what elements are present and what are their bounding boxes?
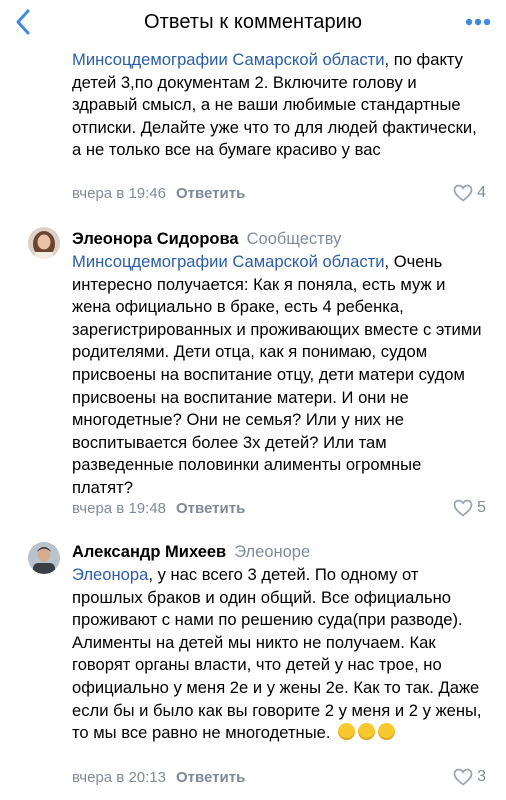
like-button[interactable]: 4 bbox=[453, 182, 486, 204]
avatar[interactable] bbox=[28, 542, 60, 574]
author-name[interactable]: Элеонора Сидорова bbox=[72, 230, 239, 249]
comment: Александр Михеев Элеоноре Элеонора, у на… bbox=[72, 543, 486, 745]
comment-text: Элеонора, у нас всего 3 детей. По одному… bbox=[72, 565, 482, 743]
heart-icon bbox=[453, 184, 473, 202]
like-count: 4 bbox=[477, 184, 486, 201]
comment-meta: вчера в 19:46 Ответить 4 bbox=[72, 182, 486, 204]
heart-icon bbox=[453, 768, 473, 786]
reply-button[interactable]: Ответить bbox=[176, 500, 245, 517]
comment-timestamp: вчера в 19:46 bbox=[72, 184, 166, 202]
more-button[interactable] bbox=[462, 10, 494, 34]
comment-header: Александр Михеев Элеоноре bbox=[72, 543, 486, 562]
rofl-emoji bbox=[335, 723, 396, 742]
comment: Элеонора Сидорова Сообществу Минсоцдемог… bbox=[72, 230, 486, 500]
like-count: 3 bbox=[477, 768, 486, 785]
comment-meta: вчера в 20:13 Ответить 3 bbox=[72, 766, 486, 788]
page-title: Ответы к комментарию bbox=[143, 10, 363, 33]
comment-timestamp: вчера в 19:48 bbox=[72, 499, 166, 517]
more-dots-icon bbox=[465, 18, 491, 26]
top-bar: Ответы к комментарию bbox=[0, 0, 506, 44]
heart-icon bbox=[453, 499, 473, 517]
comment-text: Минсоцдемографии Самарской области, Очен… bbox=[72, 252, 482, 497]
comment: Минсоцдемографии Самарской области, по ф… bbox=[72, 49, 482, 162]
avatar[interactable] bbox=[28, 227, 60, 259]
reply-target[interactable]: Элеоноре bbox=[234, 543, 310, 562]
mention-link[interactable]: Минсоцдемографии Самарской области bbox=[72, 252, 385, 271]
author-name[interactable]: Александр Михеев bbox=[72, 543, 226, 562]
mention-link[interactable]: Минсоцдемографии Самарской области bbox=[72, 50, 385, 69]
reply-button[interactable]: Ответить bbox=[176, 185, 245, 202]
comment-meta: вчера в 19:48 Ответить 5 bbox=[72, 497, 486, 519]
mention-link[interactable]: Элеонора bbox=[72, 565, 148, 584]
chevron-left-icon bbox=[16, 9, 30, 35]
like-button[interactable]: 5 bbox=[453, 497, 486, 519]
like-count: 5 bbox=[477, 499, 486, 516]
comment-timestamp: вчера в 20:13 bbox=[72, 768, 166, 786]
like-button[interactable]: 3 bbox=[453, 766, 486, 788]
reply-button[interactable]: Ответить bbox=[176, 769, 245, 786]
comment-text: Минсоцдемографии Самарской области, по ф… bbox=[72, 50, 477, 160]
reply-target[interactable]: Сообществу bbox=[247, 230, 342, 249]
comment-header: Элеонора Сидорова Сообществу bbox=[72, 230, 486, 249]
back-button[interactable] bbox=[8, 6, 38, 38]
